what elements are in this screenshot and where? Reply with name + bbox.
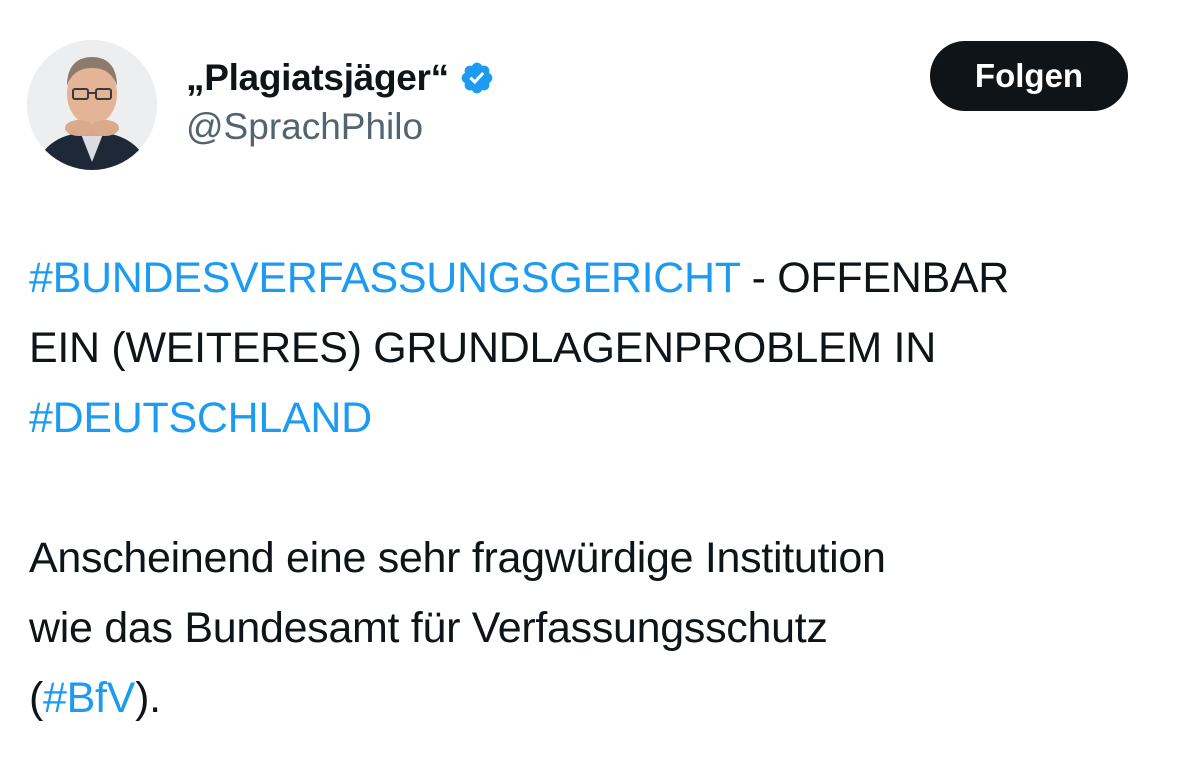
- tweet-text-segment: wie das Bundesamt für Verfassungsschutz: [29, 604, 828, 652]
- tweet-text: #BUNDESVERFASSUNGSGERICHT - OFFENBAR EIN…: [29, 243, 1159, 733]
- tweet-text-segment: ).: [135, 674, 161, 722]
- hashtag-link[interactable]: #BfV: [43, 674, 135, 722]
- avatar[interactable]: [27, 40, 157, 170]
- verified-badge-icon: [459, 60, 495, 96]
- hashtag-link[interactable]: #DEUTSCHLAND: [29, 394, 372, 442]
- tweet-line: EIN (WEITERES) GRUNDLAGENPROBLEM IN: [29, 313, 1159, 383]
- tweet-line: (#BfV).: [29, 663, 1159, 733]
- author-display-name[interactable]: „Plagiatsjäger“: [186, 57, 449, 99]
- tweet-text-segment: Anscheinend eine sehr fragwürdige Instit…: [29, 534, 886, 582]
- tweet-text-segment: EIN (WEITERES) GRUNDLAGENPROBLEM IN: [29, 324, 936, 372]
- author-name-row[interactable]: „Plagiatsjäger“: [186, 52, 495, 104]
- hashtag-link[interactable]: #BUNDESVERFASSUNGSGERICHT: [29, 254, 740, 302]
- avatar-photo: [27, 40, 157, 170]
- tweet-line: Anscheinend eine sehr fragwürdige Instit…: [29, 523, 1159, 593]
- tweet-card: „Plagiatsjäger“ @SprachPhilo Folgen #BUN…: [0, 0, 1179, 771]
- tweet-line: #BUNDESVERFASSUNGSGERICHT - OFFENBAR: [29, 243, 1159, 313]
- follow-button[interactable]: Folgen: [930, 41, 1128, 111]
- author-handle[interactable]: @SprachPhilo: [186, 106, 423, 148]
- tweet-text-segment: (: [29, 674, 44, 722]
- tweet-line: wie das Bundesamt für Verfassungsschutz: [29, 593, 1159, 663]
- tweet-text-segment: - OFFENBAR: [739, 254, 1010, 302]
- tweet-line: #DEUTSCHLAND: [29, 383, 1159, 453]
